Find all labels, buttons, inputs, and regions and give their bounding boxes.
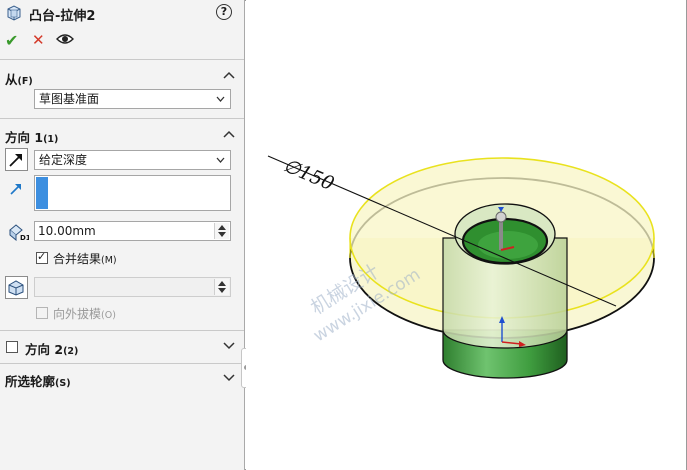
extrude-boss-icon	[7, 5, 21, 21]
feature-title-row: 凸台-拉伸2 ?	[0, 0, 244, 26]
merge-result-text: 合并结果	[53, 252, 102, 266]
svg-text:D1: D1	[20, 234, 29, 241]
from-group-header[interactable]: 从(F)	[5, 69, 33, 88]
direction2-group-key: (2)	[63, 346, 79, 357]
chevron-down-icon	[216, 96, 225, 102]
separator	[0, 330, 244, 331]
merge-result-key: (M)	[101, 255, 117, 266]
spin-down-icon[interactable]	[218, 288, 226, 293]
diameter-dimension-label[interactable]: ∅150	[280, 154, 337, 195]
direction2-group-header[interactable]: 方向 2(2)	[25, 339, 78, 358]
graphics-viewport[interactable]: ∅150 机械设计 www.jixie.com	[246, 0, 686, 470]
reverse-direction-arrow-icon	[9, 154, 22, 167]
from-group-key: (F)	[17, 76, 33, 87]
property-manager-panel: 凸台-拉伸2 ? ✔ ✕ 从(F) 草图基准面 方向 1(1) 给定深度 D1 …	[0, 0, 245, 470]
active-selection-indicator	[36, 177, 48, 209]
draft-outward-text: 向外拔模	[53, 307, 102, 321]
separator	[0, 118, 244, 119]
expand-chevron-down-icon[interactable]	[223, 374, 235, 382]
feature-title: 凸台-拉伸2	[29, 9, 96, 24]
bore-hole-inner-highlight	[478, 231, 538, 259]
direction1-end-condition-value: 给定深度	[39, 153, 88, 167]
spin-down-icon[interactable]	[218, 232, 226, 237]
depth-input[interactable]: 10.00mm	[34, 221, 231, 241]
selected-contours-label: 所选轮廓	[5, 374, 56, 389]
diameter-value: 150	[295, 161, 337, 195]
direction2-checkbox[interactable]	[6, 341, 18, 353]
depth-value: 10.00mm	[38, 224, 96, 238]
separator	[0, 363, 244, 364]
direction1-group-header[interactable]: 方向 1(1)	[5, 127, 58, 146]
draft-angle-input[interactable]	[34, 277, 231, 297]
draft-angle-spinner[interactable]	[214, 279, 229, 295]
detailed-preview-eye-icon[interactable]	[56, 33, 74, 45]
direction2-group-label: 方向 2	[25, 342, 64, 357]
direction1-end-condition-select[interactable]: 给定深度	[34, 150, 231, 170]
depth-dimension-icon: D1	[9, 224, 29, 241]
extrude-depth-handle-knob[interactable]	[495, 211, 507, 223]
selected-contours-key: (S)	[55, 378, 71, 389]
selected-contours-group-header[interactable]: 所选轮廓(S)	[5, 371, 71, 390]
spin-up-icon[interactable]	[218, 281, 226, 286]
draft-outward-checkbox[interactable]	[36, 307, 48, 319]
reverse-direction-button[interactable]	[5, 148, 28, 171]
collapse-chevron-up-icon[interactable]	[223, 71, 235, 79]
collapse-chevron-up-icon[interactable]	[223, 130, 235, 138]
direction-vector-icon	[10, 184, 21, 195]
merge-result-label[interactable]: 合并结果(M)	[53, 250, 117, 267]
model-preview: ∅150 机械设计 www.jixie.com	[267, 154, 655, 379]
draft-outward-key: (O)	[101, 310, 116, 321]
separator	[0, 59, 244, 60]
help-icon[interactable]: ?	[216, 4, 232, 20]
direction-of-extrusion-selection-box[interactable]	[34, 175, 231, 211]
from-start-condition-value: 草图基准面	[39, 92, 100, 106]
draft-outward-label[interactable]: 向外拔模(O)	[53, 305, 116, 322]
from-start-condition-select[interactable]: 草图基准面	[34, 89, 231, 109]
expand-chevron-down-icon[interactable]	[223, 342, 235, 350]
spin-up-icon[interactable]	[218, 225, 226, 230]
merge-result-checkbox[interactable]	[36, 250, 48, 264]
direction1-group-key: (1)	[43, 134, 59, 145]
from-group-label: 从	[5, 72, 18, 87]
ok-button[interactable]: ✔	[5, 31, 18, 50]
direction1-group-label: 方向 1	[5, 130, 44, 145]
cancel-button[interactable]: ✕	[32, 31, 45, 49]
draft-icon	[8, 280, 24, 296]
chevron-down-icon	[216, 157, 225, 163]
depth-spinner[interactable]	[214, 223, 229, 239]
draft-on-off-button[interactable]	[5, 276, 28, 299]
